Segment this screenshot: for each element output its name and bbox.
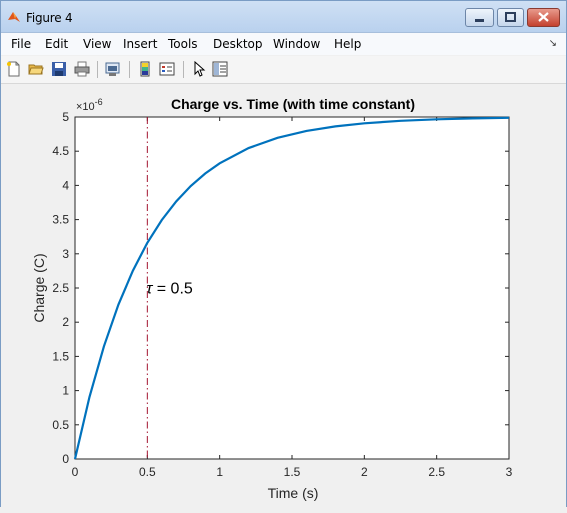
link-plot-icon[interactable] — [105, 61, 121, 77]
figure-window: Figure 4 File Edit View Insert Tools Des… — [0, 0, 567, 508]
menu-desktop[interactable]: Desktop — [213, 37, 263, 51]
close-button[interactable] — [527, 8, 560, 27]
y-tick-label: 1.5 — [52, 349, 69, 363]
menu-dock-arrow-icon[interactable]: ↘ — [549, 38, 557, 49]
maximize-icon — [505, 12, 516, 22]
menu-file[interactable]: File — [11, 37, 31, 51]
figure-toolbar — [1, 56, 566, 84]
y-tick-label: 1 — [62, 384, 69, 398]
window-title: Figure 4 — [26, 11, 73, 25]
insert-legend-icon[interactable] — [159, 61, 175, 77]
toolbar-separator — [97, 61, 98, 78]
chart-title: Charge vs. Time (with time constant) — [171, 96, 415, 112]
x-tick-label: 2 — [361, 465, 368, 479]
y-tick-label: 5 — [62, 110, 69, 124]
close-icon — [538, 12, 549, 22]
save-icon[interactable] — [51, 61, 67, 77]
y-axis-label: Charge (C) — [31, 253, 47, 322]
menu-insert[interactable]: Insert — [123, 37, 157, 51]
menu-bar: File Edit View Insert Tools Desktop Wind… — [1, 33, 566, 55]
x-tick-label: 1 — [216, 465, 223, 479]
open-file-icon[interactable] — [28, 61, 44, 77]
y-exponent-label: ×10-6 — [76, 97, 103, 113]
y-tick-label: 4.5 — [52, 144, 69, 158]
x-tick-label: 3 — [506, 465, 513, 479]
x-tick-label: 0 — [72, 465, 79, 479]
property-inspector-icon[interactable] — [212, 61, 228, 77]
x-tick-label: 1.5 — [284, 465, 301, 479]
menu-help[interactable]: Help — [334, 37, 361, 51]
x-axis-label: Time (s) — [268, 485, 319, 501]
menu-edit[interactable]: Edit — [45, 37, 68, 51]
minimize-icon — [475, 19, 484, 22]
x-tick-label: 0.5 — [139, 465, 156, 479]
title-bar[interactable]: Figure 4 — [1, 1, 566, 33]
menu-view[interactable]: View — [83, 37, 111, 51]
x-tick-label: 2.5 — [428, 465, 445, 479]
print-icon[interactable] — [74, 61, 90, 77]
edit-plot-icon[interactable] — [191, 61, 207, 77]
toolbar-separator — [129, 61, 130, 78]
plot-area — [74, 116, 510, 460]
figure-canvas[interactable]: 0 0.5 1 1.5 2 2.5 3 0 0.5 1 1.5 2 2.5 3 3.5 4 4.5 5 ×10-6… — [1, 84, 566, 508]
maximize-button[interactable] — [497, 8, 524, 27]
matlab-icon — [8, 12, 20, 22]
y-tick-label: 3.5 — [52, 213, 69, 227]
menu-window[interactable]: Window — [273, 37, 320, 51]
insert-colorbar-icon[interactable] — [137, 61, 153, 77]
menu-tools[interactable]: Tools — [168, 37, 198, 51]
new-figure-icon[interactable] — [6, 61, 22, 77]
y-tick-label: 0.5 — [52, 418, 69, 432]
y-tick-label: 0 — [62, 452, 69, 466]
chart[interactable]: 0 0.5 1 1.5 2 2.5 3 0 0.5 1 1.5 2 2.5 3 3.5 4 4.5 5 ×10-6… — [1, 84, 566, 508]
y-tick-label: 3 — [62, 247, 69, 261]
tau-annotation: τ = 0.5 — [146, 280, 193, 297]
y-tick-label: 2.5 — [52, 281, 69, 295]
y-tick-label: 4 — [62, 178, 69, 192]
toolbar-separator — [183, 61, 184, 78]
minimize-button[interactable] — [465, 8, 494, 27]
y-tick-label: 2 — [62, 315, 69, 329]
